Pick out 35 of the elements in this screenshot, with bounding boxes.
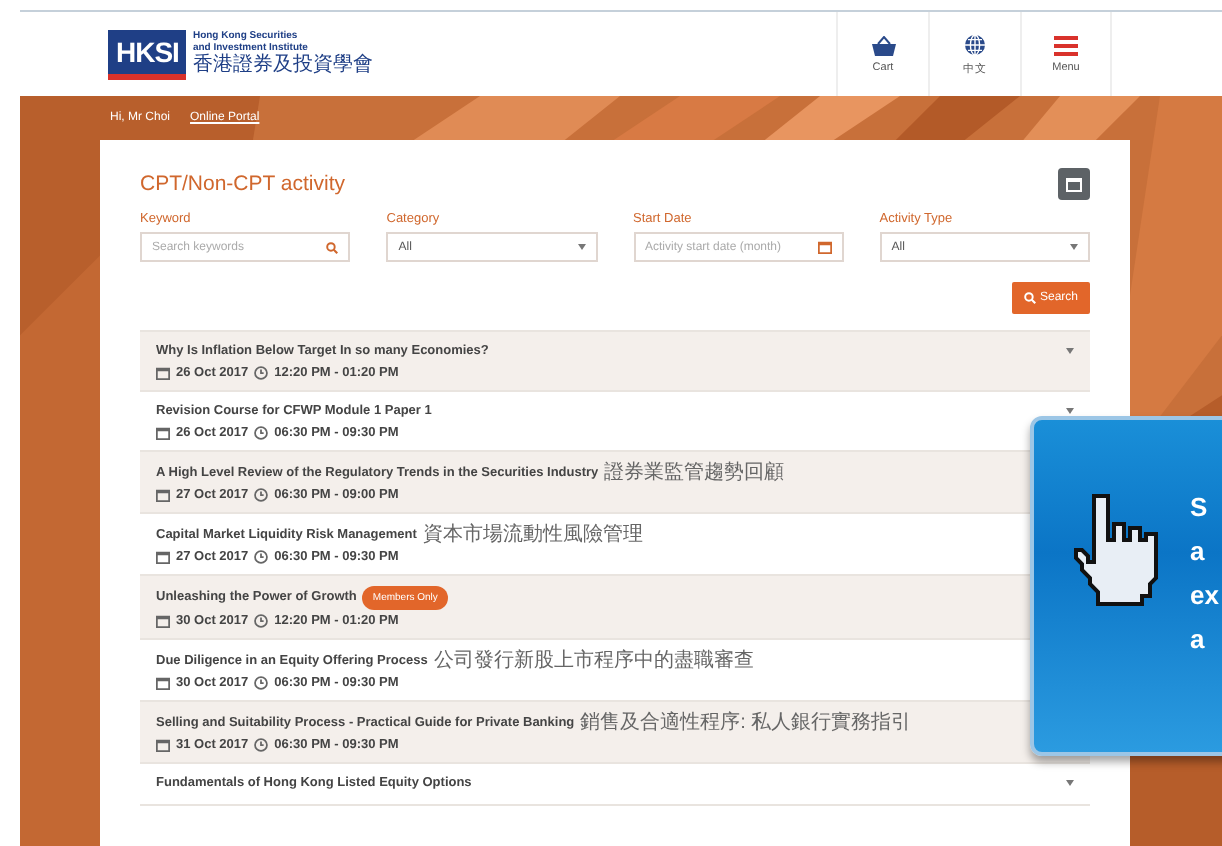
search-icon <box>1023 292 1036 304</box>
basket-icon <box>871 35 895 55</box>
caret-icon <box>577 244 585 250</box>
clock-icon <box>254 426 269 440</box>
calendar-icon <box>156 676 170 690</box>
callout-text: a <box>1190 624 1207 654</box>
calendar-icon <box>156 738 170 752</box>
clock-icon <box>254 614 269 628</box>
calendar-icon <box>817 240 832 254</box>
calendar-icon <box>156 488 170 502</box>
clock-icon <box>254 366 269 380</box>
calendar-icon <box>156 426 170 440</box>
clock-icon <box>254 738 269 752</box>
calendar-icon <box>156 550 170 564</box>
callout-text: a <box>1190 536 1207 566</box>
page-title: CPT/Non-CPT activity <box>140 172 345 196</box>
globe-icon <box>964 33 986 55</box>
clock-icon <box>254 676 269 690</box>
caret-icon <box>1066 780 1074 786</box>
activity-title-chinese: 證券業監管趨勢回顧 <box>604 462 785 484</box>
callout-text: ex <box>1190 580 1219 610</box>
activity-title-chinese: 公司發行新股上市程序中的盡職審查 <box>433 650 754 672</box>
calendar-icon <box>156 366 170 380</box>
menu-icon <box>1054 35 1078 55</box>
clock-icon <box>254 488 269 502</box>
activity-title-chinese: 資本市場流動性風險管理 <box>422 524 643 546</box>
clock-icon <box>254 550 269 564</box>
activity-title-chinese: 銷售及合適性程序: 私人銀行實務指引 <box>580 712 912 734</box>
calendar-icon <box>156 614 170 628</box>
caret-icon <box>1066 348 1074 354</box>
search-icon <box>326 241 339 253</box>
calendar-icon <box>1066 176 1082 192</box>
callout-text: S <box>1190 492 1210 522</box>
calendar-button[interactable] <box>1058 168 1090 200</box>
caret-icon <box>1070 244 1078 250</box>
